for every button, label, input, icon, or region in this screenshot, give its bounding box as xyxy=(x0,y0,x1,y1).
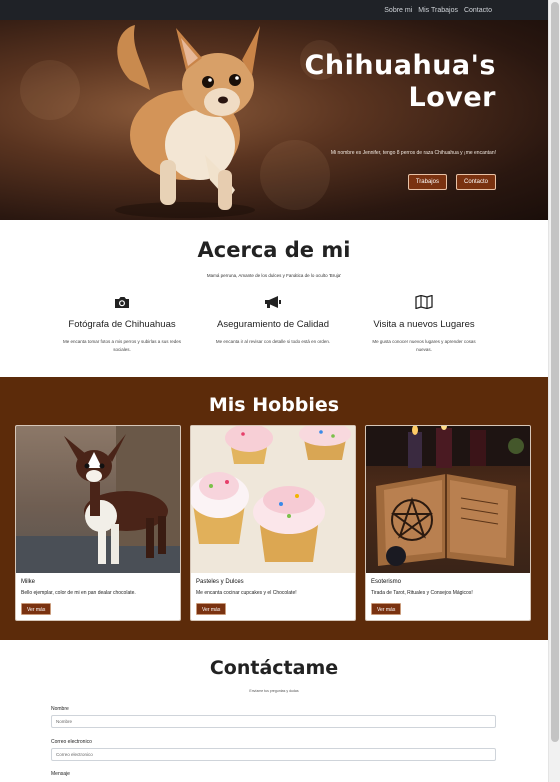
feature-travel: Visita a nuevos Lugares Me gusta conocer… xyxy=(344,295,504,354)
see-more-button[interactable]: Ver más xyxy=(371,603,402,615)
contact-title: Contáctame xyxy=(209,657,339,679)
nav-link-mis-trabajos[interactable]: Mis Trabajos xyxy=(418,7,458,14)
hero-buttons: Trabajos Contacto xyxy=(407,174,496,190)
feature-title: Fotógrafa de Chihuahuas xyxy=(68,319,176,330)
map-icon xyxy=(415,295,433,309)
card-title: Milke xyxy=(21,579,36,585)
top-navbar: Sobre mi Mis Trabajos Contacto xyxy=(0,0,548,20)
message-label: Mensaje xyxy=(51,771,70,777)
card-text: Tirada de Tarot, Rituales y Consejos Mág… xyxy=(371,590,473,596)
hero-title-line-2: Lover xyxy=(408,82,496,113)
email-label: Correo electronico xyxy=(51,739,92,745)
hobby-card-esoterismo: Esoterismo Tirada de Tarot, Rituales y C… xyxy=(365,425,531,621)
feature-title: Visita a nuevos Lugares xyxy=(373,319,475,330)
about-section: Acerca de mi Mamá perruna, Amante de los… xyxy=(0,220,548,377)
about-subtitle: Mamá perruna, Amante de los dulces y Fan… xyxy=(206,273,342,278)
feature-text: Me encanta tomar fotos a mis perros y su… xyxy=(62,339,182,352)
contact-subtitle: Envíame tus preguntas y dudas xyxy=(249,689,299,693)
feature-title: Aseguramiento de Calidad xyxy=(217,319,329,330)
dog-photo xyxy=(16,426,180,573)
card-text: Me encanta cocinar cupcakes y el Chocola… xyxy=(196,590,297,596)
chihuahua-hero-image xyxy=(115,25,260,218)
feature-text: Me encanta ir al revisar con detalle si … xyxy=(215,339,331,344)
works-button[interactable]: Trabajos xyxy=(407,174,447,190)
see-more-button[interactable]: Ver más xyxy=(21,603,52,615)
hero-section: Chihuahua's Lover Mi nombre es Jennifer,… xyxy=(0,20,548,220)
hero-subtitle: Mi nombre es Jennifer, tengo 8 perros de… xyxy=(330,150,496,156)
vertical-scrollbar[interactable] xyxy=(548,0,560,782)
contact-section: Contáctame Envíame tus preguntas y dudas… xyxy=(0,640,548,782)
hero-title-line-1: Chihuahua's xyxy=(304,50,496,81)
see-more-button[interactable]: Ver más xyxy=(196,603,227,615)
nav-link-sobre-mi[interactable]: Sobre mi xyxy=(384,7,412,14)
hero-title: Chihuahua's Lover xyxy=(305,50,496,114)
card-title: Pasteles y Dulces xyxy=(196,579,244,585)
nav-link-contacto[interactable]: Contacto xyxy=(464,7,492,14)
hobbies-section: Mis Hobbies Milke Bello ejemplar, color … xyxy=(0,377,548,640)
contact-button[interactable]: Contacto xyxy=(455,174,496,190)
card-title: Esoterismo xyxy=(371,579,402,585)
camera-icon xyxy=(115,297,129,308)
scrollbar-thumb[interactable] xyxy=(551,2,559,742)
megaphone-icon xyxy=(265,296,281,308)
hobby-card-milke: Milke Bello ejemplar, color de mi en pan… xyxy=(15,425,181,621)
name-field[interactable]: Nombre xyxy=(51,715,496,728)
feature-quality: Aseguramiento de Calidad Me encanta ir a… xyxy=(193,295,353,346)
feature-photography: Fotógrafa de Chihuahuas Me encanta tomar… xyxy=(42,295,202,354)
hobbies-title: Mis Hobbies xyxy=(208,394,340,416)
cupcakes-photo xyxy=(191,426,355,573)
about-title: Acerca de mi xyxy=(197,238,351,262)
esoteric-photo xyxy=(366,426,530,573)
name-label: Nombre xyxy=(51,706,69,712)
hobby-card-pasteles: Pasteles y Dulces Me encanta cocinar cup… xyxy=(190,425,356,621)
email-field[interactable]: Correo electronico xyxy=(51,748,496,761)
feature-text: Me gusta conocer nuevos lugares y aprend… xyxy=(372,339,476,352)
card-text: Bello ejemplar, color de mi en pan deala… xyxy=(21,590,136,596)
